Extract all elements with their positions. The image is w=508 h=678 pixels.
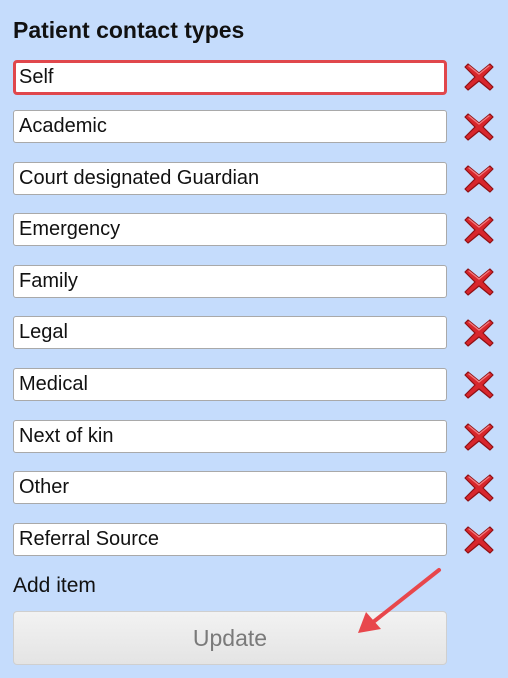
update-button[interactable]: Update [13,611,447,665]
delete-icon[interactable] [463,524,495,556]
contact-type-row [13,60,503,95]
contact-type-row [13,368,503,403]
contact-type-input-self[interactable] [13,60,447,95]
delete-icon[interactable] [463,421,495,453]
contact-type-row [13,110,503,145]
contact-type-row [13,265,503,300]
contact-type-input-referral-source[interactable] [13,523,447,556]
add-item-link[interactable]: Add item [13,573,96,599]
delete-icon[interactable] [463,111,495,143]
delete-icon[interactable] [463,317,495,349]
contact-type-input-academic[interactable] [13,110,447,143]
delete-icon[interactable] [463,369,495,401]
contact-type-input-emergency[interactable] [13,213,447,246]
contact-type-row [13,471,503,506]
delete-icon[interactable] [463,163,495,195]
patient-contact-types-panel: Patient contact types Add i [0,0,508,678]
delete-icon[interactable] [463,214,495,246]
delete-icon[interactable] [463,472,495,504]
contact-type-row [13,162,503,197]
contact-type-row [13,523,503,558]
contact-type-input-medical[interactable] [13,368,447,401]
contact-type-row [13,213,503,248]
delete-icon[interactable] [463,266,495,298]
contact-type-input-next-of-kin[interactable] [13,420,447,453]
contact-type-input-court-designated-guardian[interactable] [13,162,447,195]
contact-type-input-legal[interactable] [13,316,447,349]
panel-title: Patient contact types [13,17,245,43]
contact-type-row [13,420,503,455]
contact-type-row [13,316,503,351]
contact-type-input-family[interactable] [13,265,447,298]
delete-icon[interactable] [463,61,495,93]
contact-type-input-other[interactable] [13,471,447,504]
